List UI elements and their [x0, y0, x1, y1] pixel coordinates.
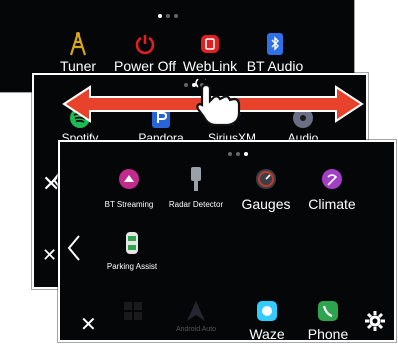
bluetooth-audio-icon	[262, 30, 288, 58]
app-label: Power Off	[114, 58, 176, 74]
app-label: Parking Assist	[106, 262, 158, 271]
app-phone[interactable]: Phone	[304, 296, 352, 342]
home-screen-page-3: BT Streaming Radar Detector Gauges Clima…	[58, 140, 396, 342]
app-parking-assist[interactable]: Parking Assist	[100, 228, 164, 271]
page-dot-1[interactable]	[158, 14, 162, 18]
antenna-tower-icon	[65, 30, 91, 58]
app-waze[interactable]: Waze	[244, 296, 290, 342]
close-icon[interactable]: ✕	[42, 245, 57, 266]
close-icon[interactable]: ✕	[80, 312, 97, 337]
app-grid-placeholder	[118, 298, 148, 324]
app-label: Tuner	[59, 58, 97, 74]
app-bt-streaming[interactable]: BT Streaming	[100, 164, 158, 209]
page-dot-3[interactable]	[174, 14, 178, 18]
page-dot-3[interactable]	[244, 152, 248, 156]
page-indicator	[158, 14, 178, 18]
app-label: Climate	[308, 196, 356, 212]
gear-icon[interactable]	[364, 310, 386, 337]
app-label: Gauges	[241, 196, 291, 212]
chevron-left-icon[interactable]	[66, 234, 82, 267]
app-label: WebLink	[182, 58, 238, 74]
app-climate[interactable]: Climate	[302, 164, 362, 212]
app-bt-audio[interactable]: BT Audio	[244, 30, 306, 74]
app-power-off[interactable]: Power Off	[110, 30, 180, 74]
page-dot-1[interactable]	[228, 152, 232, 156]
app-label: BT Streaming	[104, 200, 154, 209]
climate-icon	[317, 164, 347, 194]
app-weblink[interactable]: WebLink	[180, 30, 240, 74]
radar-detector-icon	[181, 164, 211, 194]
parking-assist-icon	[117, 228, 147, 258]
app-android-auto[interactable]: Android Auto	[166, 296, 226, 333]
app-gauges[interactable]: Gauges	[236, 164, 296, 212]
bt-streaming-icon	[114, 164, 144, 194]
swipe-hand-icon	[192, 76, 248, 129]
weblink-icon	[197, 30, 223, 58]
phone-icon	[313, 296, 343, 326]
page-dot-2[interactable]	[166, 14, 170, 18]
grid-icon	[120, 298, 146, 324]
page-dot-2[interactable]	[236, 152, 240, 156]
gauges-icon	[251, 164, 281, 194]
waze-icon	[252, 296, 282, 326]
app-radar-detector[interactable]: Radar Detector	[164, 164, 228, 209]
app-label: BT Audio	[246, 58, 304, 74]
app-label: Radar Detector	[168, 200, 224, 209]
page-indicator	[228, 152, 248, 156]
app-tuner[interactable]: Tuner	[56, 30, 100, 74]
app-label: Android Auto	[175, 326, 217, 333]
android-auto-icon	[181, 296, 211, 326]
app-label: Phone	[307, 326, 349, 342]
power-icon	[132, 30, 158, 58]
app-label: Waze	[249, 326, 285, 342]
